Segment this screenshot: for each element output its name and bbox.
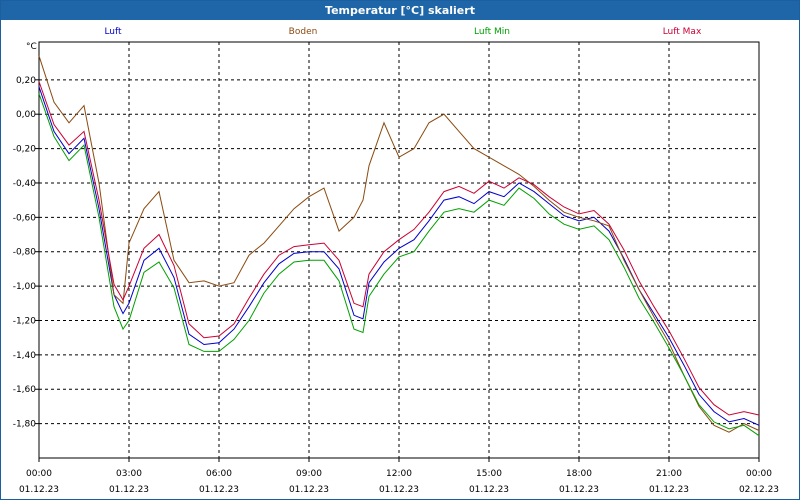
y-axis: 0,20 0,00 -0,20 -0,40 -0,60 -0,80 -1,00 -1,20 -1…: [13, 76, 39, 430]
y-tick-label: -0,80: [13, 248, 37, 258]
series-line-boden: [38, 55, 760, 433]
y-tick-label: -1,80: [13, 420, 37, 430]
chart-grid: [39, 42, 759, 458]
x-tick-time-label: 12:00: [386, 469, 412, 479]
x-tick-date-label: 01.12.23: [19, 485, 59, 495]
legend-entry: Luft: [104, 27, 122, 37]
x-tick-date-label: 01.12.23: [649, 485, 689, 495]
x-tick-time-label: 21:00: [656, 469, 682, 479]
y-tick-label: -1,40: [13, 351, 37, 361]
x-tick-date-label: 01.12.23: [199, 485, 239, 495]
x-tick-time-label: 09:00: [296, 469, 322, 479]
x-tick-time-label: 15:00: [476, 469, 502, 479]
y-tick-label: -0,40: [13, 179, 37, 189]
x-tick-time-label: 18:00: [566, 469, 592, 479]
legend: Luft Boden Luft Min Luft Max: [104, 27, 702, 37]
y-tick-label: -1,60: [13, 385, 37, 395]
x-tick-date-label: 02.12.23: [739, 485, 779, 495]
x-tick-time-label: 06:00: [206, 469, 232, 479]
y-tick-label: -0,20: [13, 145, 37, 155]
x-tick-time-label: 03:00: [116, 469, 142, 479]
x-tick-date-label: 01.12.23: [559, 485, 599, 495]
y-tick-label: 0,20: [16, 76, 36, 86]
x-tick-date-label: 01.12.23: [289, 485, 329, 495]
y-tick-label: 0,00: [16, 110, 36, 120]
legend-entry: Boden: [289, 27, 318, 37]
x-tick-time-label: 00:00: [26, 469, 52, 479]
x-axis: 00:00 01.12.23 03:00 01.12.23 06:00 01.12.23 0…: [19, 458, 779, 495]
x-tick-date-label: 01.12.23: [469, 485, 509, 495]
x-tick-date-label: 01.12.23: [109, 485, 149, 495]
y-tick-label: -1,00: [13, 282, 37, 292]
y-tick-label: -1,20: [13, 316, 37, 326]
y-tick-label: -0,60: [13, 213, 37, 223]
x-tick-time-label: 00:00: [746, 469, 772, 479]
y-axis-label: °C: [26, 42, 37, 52]
legend-entry: Luft Min: [474, 27, 510, 37]
x-tick-date-label: 01.12.23: [379, 485, 419, 495]
legend-entry: Luft Max: [663, 27, 702, 37]
temperature-chart: 0,20 0,00 -0,20 -0,40 -0,60 -0,80 -1,00 -1,20 -1…: [13, 27, 779, 495]
